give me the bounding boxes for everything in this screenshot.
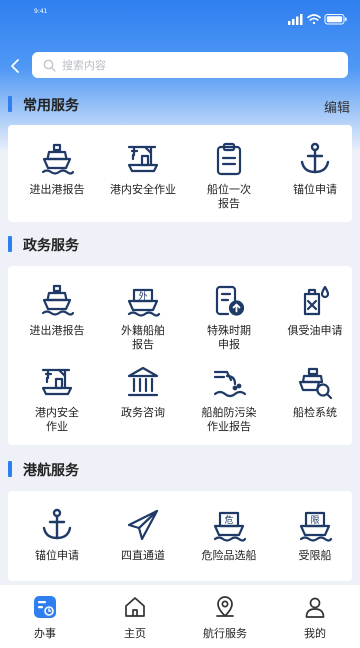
back-button[interactable] xyxy=(6,56,26,76)
service-label: 锚位申请 xyxy=(35,549,79,562)
tab-profile[interactable]: 我的 xyxy=(270,595,360,641)
service-anchor-apply[interactable]: 锚位申请 xyxy=(14,507,100,563)
foreign-ship-icon: 外 xyxy=(127,288,161,317)
card-common-services: 进出港报告 港内安全作业 船位一次 报告 锚位申请 xyxy=(8,125,352,222)
ship-search-icon xyxy=(298,367,333,400)
service-direct-channel[interactable]: 四直通道 xyxy=(100,507,186,563)
section-accent-bar xyxy=(8,96,12,112)
ship-icon xyxy=(41,284,75,316)
tab-label: 主页 xyxy=(124,627,146,640)
service-restricted-ship[interactable]: 限 受限船 xyxy=(272,507,358,563)
service-label: 船舶防污染 作业报告 xyxy=(201,406,257,433)
service-label: 受限船 xyxy=(298,549,332,562)
tab-label: 办事 xyxy=(34,627,56,640)
service-harbor-safety[interactable]: 港内安全作业 xyxy=(100,141,186,197)
service-dangerous-goods[interactable]: 危 危险品选船 xyxy=(186,507,272,563)
home-icon xyxy=(125,597,145,617)
signal-icon xyxy=(288,14,303,25)
svg-text:限: 限 xyxy=(310,515,319,526)
service-label: 港内安全作业 xyxy=(110,183,176,196)
service-label: 危险品选船 xyxy=(201,549,257,562)
service-label: 政务咨询 xyxy=(121,406,165,419)
tab-label: 航行服务 xyxy=(203,627,247,640)
location-pin-icon xyxy=(216,596,234,617)
search-row xyxy=(0,50,360,82)
service-label: 俱受油申请 xyxy=(287,324,343,337)
wifi-icon xyxy=(307,14,321,25)
crane-icon xyxy=(41,368,73,396)
svg-text:外: 外 xyxy=(138,290,147,302)
search-icon xyxy=(43,59,56,72)
service-label: 进出港报告 xyxy=(29,324,85,337)
service-oil-receive[interactable]: 俱受油申请 xyxy=(272,282,358,338)
crane-icon xyxy=(127,145,159,173)
section-accent-bar xyxy=(8,236,12,252)
status-bar: 9:41 xyxy=(0,0,360,26)
chevron-left-icon xyxy=(11,59,19,73)
edit-button[interactable]: 编辑 xyxy=(324,97,350,116)
pollution-pipe-icon xyxy=(213,370,247,398)
status-icons xyxy=(288,10,348,25)
service-label: 外籍船舶 报告 xyxy=(121,324,165,351)
service-label: 进出港报告 xyxy=(29,183,85,196)
search-box[interactable] xyxy=(32,52,348,78)
paper-plane-icon xyxy=(127,509,159,541)
service-label: 锚位申请 xyxy=(293,183,337,196)
card-gov-services: 进出港报告 外 外籍船舶 报告 特殊时期 申报 俱受油申请 港内安全 作业 政务… xyxy=(8,266,352,445)
section-title-text: 常用服务 xyxy=(23,98,79,114)
government-building-icon xyxy=(127,366,159,397)
service-port-report[interactable]: 进出港报告 xyxy=(14,141,100,197)
service-label: 特殊时期 申报 xyxy=(207,324,251,351)
ship-icon xyxy=(41,143,75,175)
search-input[interactable] xyxy=(62,56,332,74)
tasks-icon xyxy=(34,596,56,618)
restricted-ship-icon: 限 xyxy=(299,511,333,542)
service-label: 港内安全 作业 xyxy=(35,406,79,433)
service-gov-consult[interactable]: 政务咨询 xyxy=(100,364,186,420)
oil-can-icon xyxy=(303,285,330,316)
tab-label: 我的 xyxy=(304,627,326,640)
clipboard-icon xyxy=(216,142,242,176)
service-position-report[interactable]: 船位一次 报告 xyxy=(186,141,272,211)
battery-icon xyxy=(324,14,347,25)
section-accent-bar xyxy=(8,461,12,477)
tab-navigation-service[interactable]: 航行服务 xyxy=(180,595,270,641)
section-title-text: 政务服务 xyxy=(23,238,79,254)
document-upload-icon xyxy=(215,285,245,316)
service-harbor-safety[interactable]: 港内安全 作业 xyxy=(14,364,100,434)
tab-tasks[interactable]: 办事 xyxy=(0,595,90,641)
bottom-tab-bar: 办事 主页 航行服务 我的 xyxy=(0,584,360,648)
service-anchor-apply[interactable]: 锚位申请 xyxy=(272,141,358,197)
section-title-text: 港航服务 xyxy=(23,463,79,479)
dangerous-ship-icon: 危 xyxy=(213,511,247,542)
service-special-period[interactable]: 特殊时期 申报 xyxy=(186,282,272,352)
anchor-icon xyxy=(42,508,72,540)
status-time: 9:41 xyxy=(34,8,48,15)
service-label: 船位一次 报告 xyxy=(207,183,251,210)
service-label: 船检系统 xyxy=(293,406,337,419)
user-icon xyxy=(305,597,325,618)
service-foreign-ship[interactable]: 外 外籍船舶 报告 xyxy=(100,282,186,352)
tab-home[interactable]: 主页 xyxy=(90,595,180,641)
svg-text:危: 危 xyxy=(224,514,233,526)
service-label: 四直通道 xyxy=(121,549,165,562)
service-port-report[interactable]: 进出港报告 xyxy=(14,282,100,338)
card-port-nav-services: 锚位申请 四直通道 危 危险品选船 限 受限船 xyxy=(8,491,352,581)
service-ship-inspection[interactable]: 船检系统 xyxy=(272,364,358,420)
service-pollution-report[interactable]: 船舶防污染 作业报告 xyxy=(186,364,272,434)
anchor-icon xyxy=(300,142,330,174)
